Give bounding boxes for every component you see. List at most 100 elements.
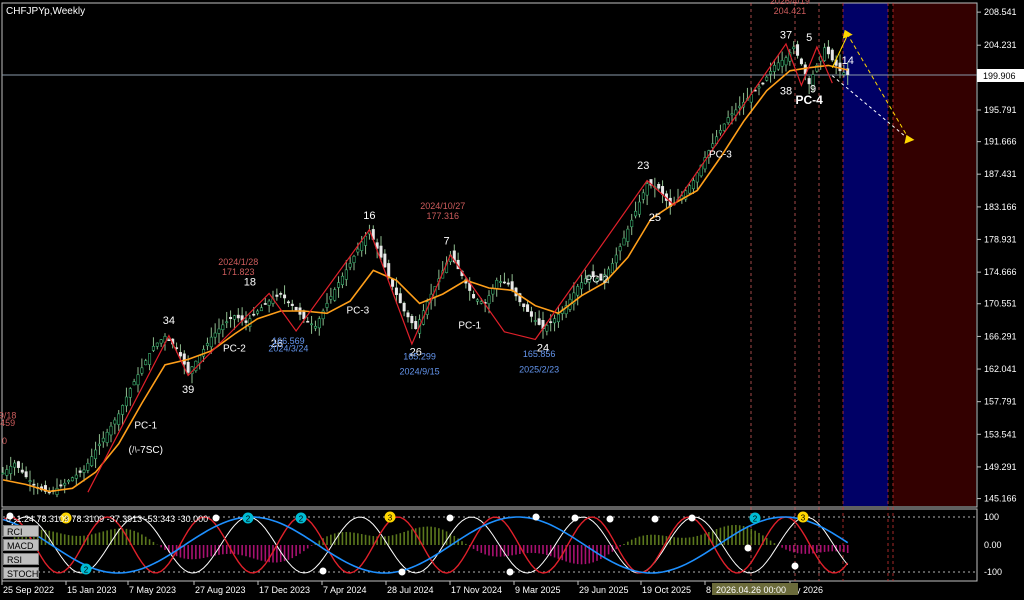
candle <box>637 201 641 215</box>
candle <box>9 466 13 474</box>
candle <box>124 396 128 407</box>
time-tick-label: 9 Mar 2025 <box>515 585 561 595</box>
time-tick-label: 27 Aug 2023 <box>195 585 246 595</box>
time-axis[interactable]: 25 Sep 2022 15 Jan 2023 7 May 2023 27 Aug 2… <box>1 581 823 595</box>
candle <box>340 275 344 285</box>
candle <box>738 105 742 108</box>
candle <box>151 346 155 351</box>
wave-label: 23 <box>637 160 649 172</box>
date-label: 204.421 <box>774 6 807 16</box>
price-label: 2024/3/24 <box>268 344 308 354</box>
candle <box>718 130 722 134</box>
candle <box>769 70 773 75</box>
candle <box>55 488 59 495</box>
candle <box>13 462 17 468</box>
candle <box>286 301 290 304</box>
wave-label: 39 <box>182 384 194 396</box>
price-tick-label: 178.931 <box>984 234 1017 244</box>
candle <box>344 269 348 280</box>
candle <box>209 336 213 348</box>
time-tick-label: 8 <box>706 585 711 595</box>
candle <box>148 353 152 365</box>
time-tick-label: 17 Dec 2023 <box>259 585 310 595</box>
candle <box>28 480 32 482</box>
price-tick-label: 191.666 <box>984 137 1017 147</box>
tab-stoch[interactable]: STOCH <box>3 567 39 579</box>
zigzag-line <box>87 42 833 493</box>
date-label: 171.823 <box>222 267 255 277</box>
candle <box>256 310 260 314</box>
candle <box>556 314 560 323</box>
price-label: 2024/9/15 <box>400 367 440 377</box>
pc-label: (ﾊ-7SC) <box>128 445 162 456</box>
wave-label: 25 <box>649 212 661 224</box>
candle <box>313 326 317 329</box>
date-label: 2024/1/28 <box>218 257 258 267</box>
candle <box>67 480 71 483</box>
tab-macd[interactable]: MACD <box>3 539 39 551</box>
oscillator-dot <box>446 514 454 522</box>
candle <box>352 255 356 263</box>
price-tick-label: 162.041 <box>984 364 1017 374</box>
candle <box>306 320 310 323</box>
candle <box>74 474 78 479</box>
symbol-title: CHFJPYp,Weekly <box>6 6 85 17</box>
candle <box>225 321 229 324</box>
candle <box>622 237 626 246</box>
candle <box>348 263 352 268</box>
wave-label: 38 <box>780 86 792 98</box>
tab-rsi[interactable]: RSI <box>3 553 39 565</box>
candle <box>387 263 391 278</box>
signal-marker-label: 2 <box>299 515 304 524</box>
time-zone-red <box>893 3 976 506</box>
candle <box>333 289 337 301</box>
candle <box>267 300 271 306</box>
oscillator-dot <box>651 515 659 523</box>
pc-label: PC-4 <box>795 93 823 107</box>
candle <box>59 484 63 487</box>
candle <box>522 303 526 307</box>
time-tick-label: 17 Nov 2024 <box>451 585 502 595</box>
candle <box>826 46 830 55</box>
candle <box>842 72 846 75</box>
candle <box>526 304 530 312</box>
candle <box>410 315 414 324</box>
wave-label: 37 <box>780 30 792 42</box>
time-tick-label: 19 Oct 2025 <box>642 585 691 595</box>
price-tick-label: 204.231 <box>984 40 1017 50</box>
candle <box>626 228 630 242</box>
candle <box>97 443 101 446</box>
candle <box>792 46 796 49</box>
candle <box>379 245 383 258</box>
candle <box>730 113 734 116</box>
candle <box>78 470 82 473</box>
tab-rci[interactable]: RCI <box>3 525 39 537</box>
candle <box>614 254 618 264</box>
candle <box>580 282 584 290</box>
price-tick-label: 149.291 <box>984 462 1017 472</box>
price-tick-label: 157.791 <box>984 397 1017 407</box>
candle <box>290 303 294 306</box>
candle <box>252 313 256 316</box>
pc-label: PC-3 <box>346 305 369 316</box>
price-tick-label: 195.791 <box>984 105 1017 115</box>
date-label: 177.316 <box>426 211 459 221</box>
candle <box>487 295 491 305</box>
candle <box>780 59 784 67</box>
candle <box>283 294 287 299</box>
price-tick-label: 187.431 <box>984 169 1017 179</box>
price-chart[interactable]: 3439182616726 24232537 538 914PC-1(ﾊ-7SC)PC… <box>0 0 1024 600</box>
candle <box>761 82 765 85</box>
candle <box>495 280 499 289</box>
signal-marker-label: 2 <box>753 515 758 524</box>
candle <box>414 321 418 329</box>
candle <box>641 192 645 200</box>
price-tick-label: 170.551 <box>984 299 1017 309</box>
candle <box>830 49 834 61</box>
price-tick-label: 183.166 <box>984 202 1017 212</box>
candle <box>121 405 125 415</box>
indicator-header: 0 -1.24 78.3109 78.3109 -37.3913 -53.343… <box>6 514 208 524</box>
candle <box>101 437 105 443</box>
wave-label: 18 <box>244 277 256 289</box>
candle <box>549 321 553 323</box>
